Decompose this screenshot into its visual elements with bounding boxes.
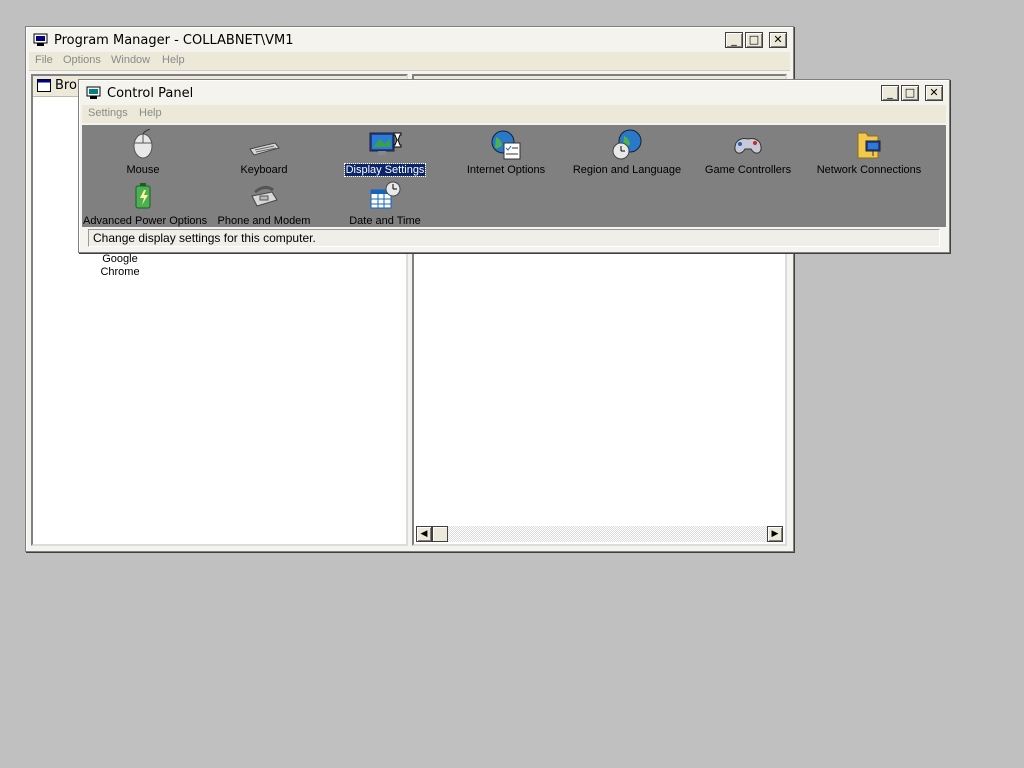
cp-item-phone-modem[interactable]: Phone and Modem	[203, 178, 325, 228]
menu-help[interactable]: Help	[139, 107, 162, 119]
phone-icon	[251, 185, 278, 207]
horizontal-scrollbar[interactable]: ◀ ▶	[416, 526, 783, 542]
cp-item-display-settings[interactable]: Display Settings	[324, 127, 446, 177]
left-pane-title: Bro	[55, 78, 77, 93]
cp-item-label: Mouse	[126, 164, 160, 176]
globe-clock-icon	[612, 129, 642, 160]
mouse-icon	[133, 129, 153, 159]
program-manager-icon	[33, 33, 48, 46]
menu-help[interactable]: Help	[162, 54, 185, 66]
menu-file[interactable]: File	[35, 54, 53, 66]
menu-settings[interactable]: Settings	[88, 107, 128, 119]
control-panel-menubar: Settings Help	[82, 105, 946, 123]
gamepad-icon	[734, 138, 762, 154]
cp-item-internet-options[interactable]: Internet Options	[445, 127, 567, 177]
program-manager-menubar: File Options Window Help	[29, 52, 790, 71]
window-icon	[37, 79, 51, 92]
cp-maximize-button[interactable]: □	[901, 85, 919, 101]
scroll-right-button[interactable]: ▶	[767, 526, 783, 542]
menu-options[interactable]: Options	[63, 54, 101, 66]
cp-item-advanced-power-options[interactable]: Advanced Power Options	[82, 178, 208, 228]
minimize-button[interactable]: _	[725, 32, 743, 48]
google-chrome-shortcut[interactable]: Google Chrome	[95, 253, 145, 279]
cp-item-date-time[interactable]: Date and Time	[324, 178, 446, 228]
cp-item-network-connections[interactable]: Network Connections	[808, 127, 930, 177]
cp-item-label: Display Settings	[343, 163, 427, 177]
keyboard-icon	[249, 142, 280, 156]
menu-window[interactable]: Window	[111, 54, 150, 66]
cp-item-label: Keyboard	[240, 164, 288, 176]
cp-item-label: Date and Time	[349, 215, 421, 227]
shortcut-label-line1: Google	[102, 253, 138, 265]
cp-close-button[interactable]: ✕	[925, 85, 943, 101]
control-panel-titlebar[interactable]: Control Panel _ □ ✕	[82, 83, 946, 105]
calendar-clock-icon	[370, 181, 401, 209]
display-icon	[369, 132, 402, 155]
control-panel-title: Control Panel	[107, 86, 194, 101]
battery-icon	[135, 183, 151, 209]
globe-checklist-icon	[491, 130, 521, 160]
cp-item-label: Internet Options	[466, 164, 546, 176]
cp-item-keyboard[interactable]: Keyboard	[203, 127, 325, 177]
control-panel-window[interactable]: Control Panel _ □ ✕ Settings Help Mouse …	[78, 79, 950, 253]
cp-item-region-language[interactable]: Region and Language	[566, 127, 688, 177]
cp-item-label: Game Controllers	[704, 164, 792, 176]
cp-minimize-button[interactable]: _	[881, 85, 899, 101]
close-button[interactable]: ✕	[769, 32, 787, 48]
scroll-left-button[interactable]: ◀	[416, 526, 432, 542]
cp-item-label: Network Connections	[816, 164, 922, 176]
maximize-button[interactable]: □	[745, 32, 763, 48]
scroll-thumb[interactable]	[432, 526, 448, 542]
cp-item-label: Region and Language	[572, 164, 682, 176]
cp-item-label: Advanced Power Options	[83, 215, 208, 227]
control-panel-icon-area: Mouse Keyboard Display Settings Internet…	[82, 125, 946, 227]
control-panel-icon	[86, 86, 101, 99]
shortcut-label-line2: Chrome	[100, 266, 140, 278]
status-text: Change display settings for this compute…	[93, 231, 316, 245]
program-manager-title: Program Manager - COLLABNET\VM1	[54, 33, 294, 48]
program-manager-titlebar[interactable]: Program Manager - COLLABNET\VM1 _ □ ✕	[29, 30, 790, 52]
cp-item-label: Phone and Modem	[217, 215, 311, 227]
cp-item-mouse[interactable]: Mouse	[82, 127, 204, 177]
control-panel-statusbar: Change display settings for this compute…	[88, 229, 940, 247]
cp-item-game-controllers[interactable]: Game Controllers	[687, 127, 809, 177]
network-folder-icon	[857, 132, 881, 159]
